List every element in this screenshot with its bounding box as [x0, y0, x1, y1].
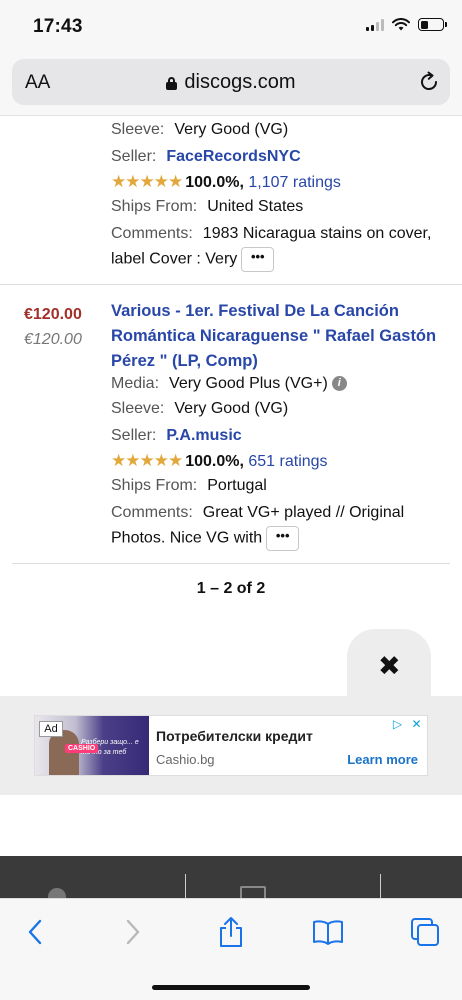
status-icons — [366, 18, 447, 31]
media-label: Media: — [111, 375, 160, 392]
media-row: Media: Very Good Plus (VG+) i — [111, 375, 347, 393]
comments-row-2: label Cover : Very ••• — [111, 247, 275, 272]
nav-divider — [185, 874, 186, 898]
listing-1: Sleeve: Very Good (VG) Seller: FaceRecords… — [0, 116, 462, 284]
tabs-icon — [411, 918, 439, 946]
sleeve-value: Very Good (VG) — [174, 121, 289, 138]
comments-label: Comments: — [111, 225, 193, 242]
ratings-link[interactable]: 1,107 ratings — [248, 174, 341, 191]
rating-row: ★★★★★ 100.0%, 1,107 ratings — [111, 172, 341, 192]
comments-label: Comments: — [111, 504, 193, 521]
globe-icon[interactable] — [48, 888, 66, 898]
rating-percent: 100.0%, — [185, 174, 244, 191]
address-display[interactable]: discogs.com — [12, 71, 450, 94]
sleeve-row: Sleeve: Very Good (VG) — [111, 121, 288, 139]
title-line: Pérez " (LP, Comp) — [111, 352, 258, 370]
seller-row: Seller: P.A.music — [111, 427, 242, 445]
release-title-link[interactable]: Various - 1er. Festival De La Canción Ro… — [111, 299, 456, 374]
ships-from-row: Ships From: United States — [111, 198, 303, 216]
comments-text: Great VG+ played // Original — [202, 504, 405, 521]
status-bar: 17:43 — [0, 0, 462, 56]
ad-image[interactable]: Разбери защо... е точно за теб CASHIO Ad — [35, 716, 149, 775]
rating-percent: 100.0%, — [185, 453, 244, 470]
ad-choices-icon[interactable]: ▷ — [389, 716, 406, 733]
comments-row: Comments: Great VG+ played // Original — [111, 504, 404, 522]
ships-from-value: United States — [207, 198, 304, 215]
ad-title[interactable]: Потребителски кредит — [156, 728, 313, 744]
ad-choices[interactable]: ▷ ✕ — [389, 716, 425, 733]
battery-icon — [418, 18, 447, 31]
close-icon: ✖ — [378, 651, 401, 681]
rating-row: ★★★★★ 100.0%, 651 ratings — [111, 451, 328, 471]
ships-from-row: Ships From: Portugal — [111, 477, 267, 495]
comments-row-2: Photos. Nice VG with ••• — [111, 526, 300, 551]
ad-domain: Cashio.bg — [156, 752, 215, 767]
ships-from-value: Portugal — [207, 477, 267, 494]
ad-label: Ad — [39, 721, 63, 737]
seller-link[interactable]: P.A.music — [166, 427, 241, 444]
price: €120.00 — [24, 306, 82, 323]
reload-icon[interactable] — [418, 71, 440, 93]
chevron-left-icon — [28, 919, 42, 945]
learn-more-button[interactable]: Learn more — [347, 752, 418, 767]
comments-text-continued: Photos. Nice VG with — [111, 529, 263, 547]
info-icon[interactable]: i — [331, 376, 347, 392]
book-icon — [313, 920, 343, 945]
more-comments-button[interactable]: ••• — [241, 247, 275, 272]
home-indicator — [152, 985, 310, 990]
listing-divider — [0, 284, 462, 285]
back-button[interactable] — [15, 917, 55, 947]
comments-text: 1983 Nicaragua stains on cover, — [202, 225, 432, 242]
star-rating-icon: ★★★★★ — [111, 172, 183, 191]
ad-close-icon[interactable]: ✕ — [408, 716, 425, 733]
forward-button[interactable] — [113, 917, 153, 947]
converted-price: €120.00 — [24, 331, 82, 348]
ships-from-label: Ships From: — [111, 198, 198, 215]
seller-row: Seller: FaceRecordsNYC — [111, 148, 301, 166]
ships-from-label: Ships From: — [111, 477, 198, 494]
sleeve-label: Sleeve: — [111, 400, 165, 417]
chevron-right-icon — [126, 919, 140, 945]
lock-icon — [166, 77, 178, 90]
comments-row: Comments: 1983 Nicaragua stains on cover, — [111, 225, 431, 243]
seller-link[interactable]: FaceRecordsNYC — [166, 148, 300, 165]
sleeve-value: Very Good (VG) — [174, 400, 289, 417]
wifi-icon — [392, 18, 410, 31]
domain-text: discogs.com — [184, 71, 296, 93]
sleeve-label: Sleeve: — [111, 121, 165, 138]
ad-banner[interactable]: Разбери защо... е точно за теб CASHIO Ad… — [34, 715, 428, 776]
ad-banner-area: Разбери защо... е точно за теб CASHIO Ad… — [0, 696, 462, 795]
nav-divider — [380, 874, 381, 898]
media-value: Very Good Plus (VG+) — [169, 375, 328, 392]
ad-brand-badge: CASHIO — [65, 744, 99, 753]
signal-icon — [366, 18, 384, 31]
share-button[interactable] — [211, 917, 251, 947]
bookmarks-button[interactable] — [308, 917, 348, 947]
browser-header: AA discogs.com — [0, 56, 462, 116]
sleeve-row: Sleeve: Very Good (VG) — [111, 400, 288, 418]
browser-toolbar — [0, 898, 462, 1000]
star-rating-icon: ★★★★★ — [111, 451, 183, 470]
ratings-link[interactable]: 651 ratings — [248, 453, 327, 470]
close-ad-button[interactable]: ✖ — [347, 629, 431, 699]
title-line: Romántica Nicaraguense " Rafael Gastón — [111, 327, 437, 345]
tabs-button[interactable] — [405, 917, 445, 947]
site-bottom-nav — [0, 856, 462, 898]
title-line: Various - 1er. Festival De La Canción — [111, 302, 399, 320]
url-bar[interactable]: AA discogs.com — [12, 59, 450, 105]
more-comments-button[interactable]: ••• — [266, 526, 300, 551]
comments-text-continued: label Cover : Very — [111, 250, 238, 268]
seller-label: Seller: — [111, 427, 157, 444]
status-time: 17:43 — [33, 16, 83, 37]
share-icon — [220, 917, 242, 947]
listing-divider — [12, 563, 450, 564]
pagination-summary: 1 – 2 of 2 — [196, 580, 266, 597]
seller-label: Seller: — [111, 148, 157, 165]
monitor-icon[interactable] — [240, 886, 266, 898]
